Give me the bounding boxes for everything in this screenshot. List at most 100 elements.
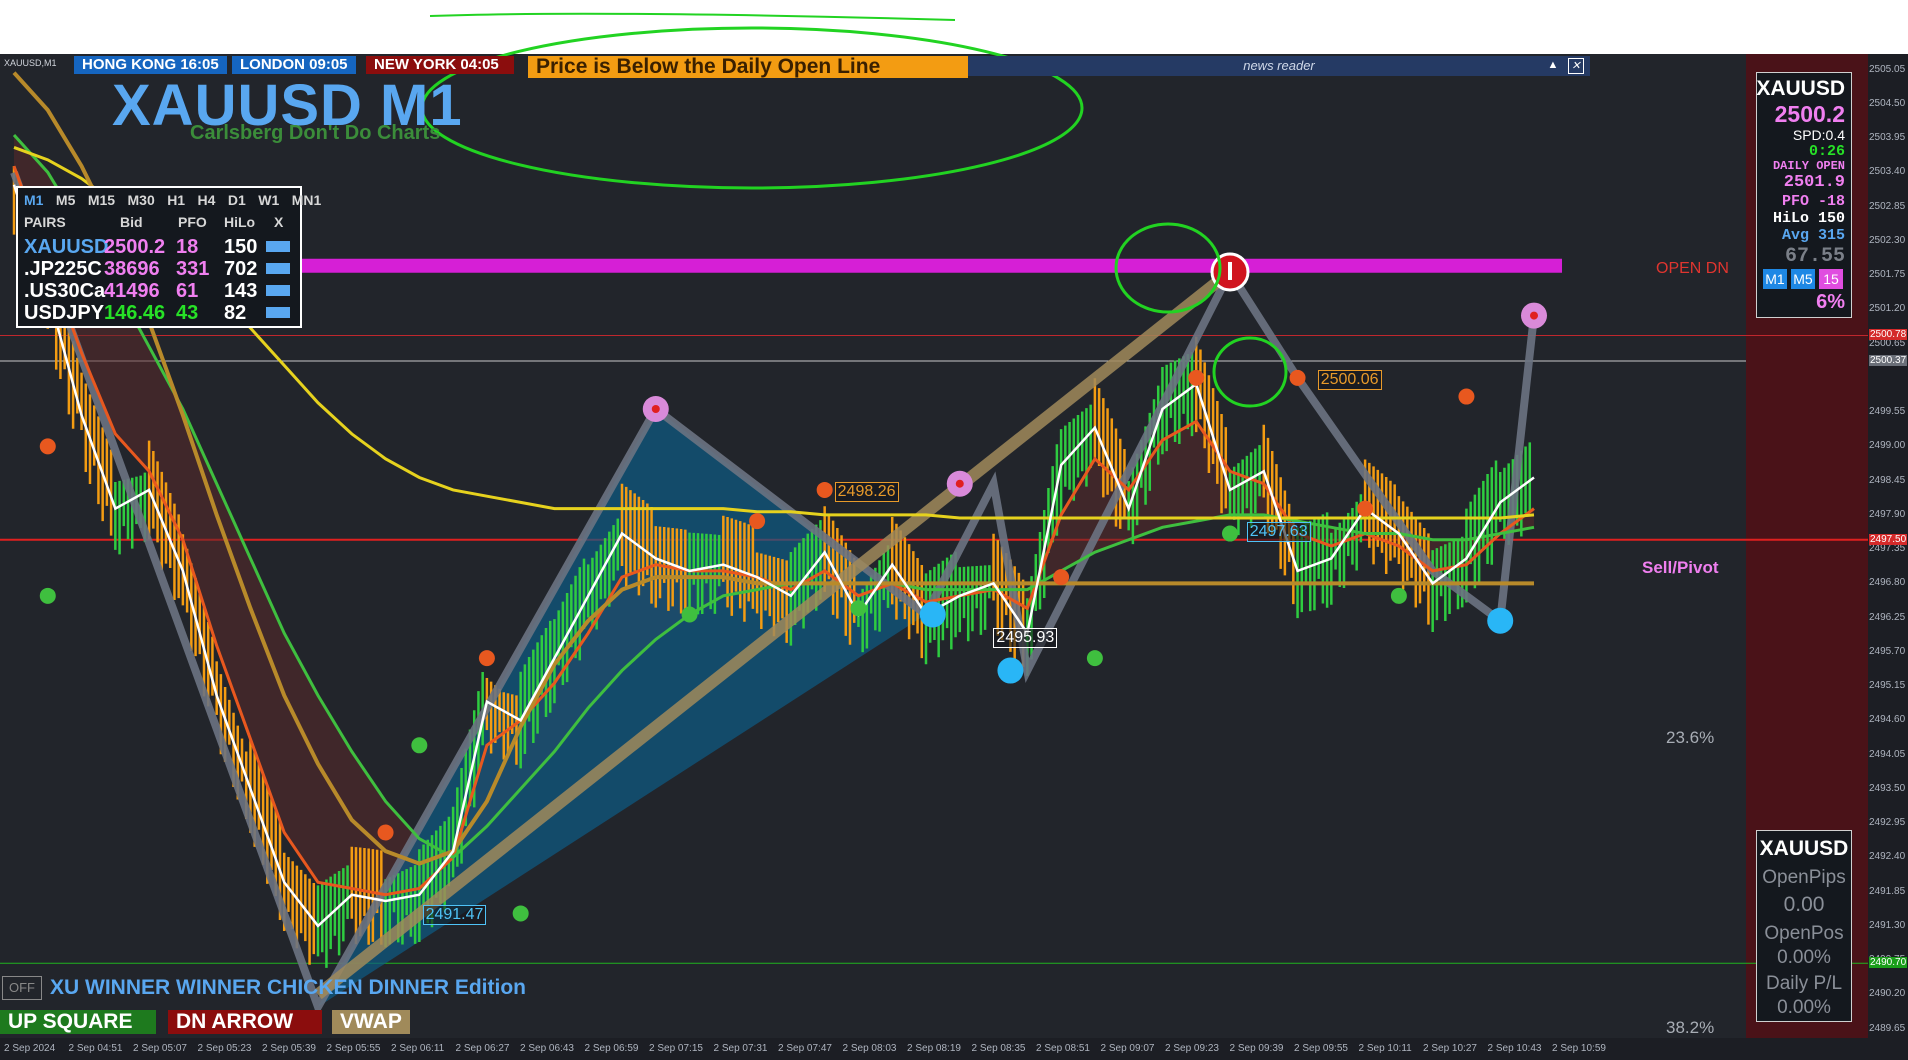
info-hilo: HiLo 150: [1772, 210, 1845, 227]
tf-h1[interactable]: H1: [167, 192, 185, 208]
info-symbol: XAUUSD: [1756, 77, 1845, 100]
signal-dot: [39, 587, 56, 604]
pairs-panel: M1 M5 M15 M30 H1 H4 D1 W1 MN1 PAIRS Bid …: [16, 186, 321, 328]
dn-arrow-button[interactable]: DN ARROW: [168, 1010, 322, 1034]
info-daily-open-label: DAILY OPEN: [1772, 159, 1845, 173]
time-tick: 2 Sep 10:11: [1358, 1043, 1412, 1054]
price-tag: 2500.37: [1869, 355, 1908, 367]
pair-close-bar[interactable]: [266, 263, 290, 274]
timeframe-row: M1 M5 M15 M30 H1 H4 D1 W1 MN1: [24, 192, 329, 214]
signal-dot: [1053, 569, 1070, 586]
pair-hilo: 143: [224, 280, 258, 302]
trough-marker: [919, 601, 946, 628]
price-tick: 2492.40: [1869, 851, 1906, 863]
price-tick: 2496.80: [1869, 577, 1906, 589]
price-tick: 2504.50: [1869, 97, 1906, 109]
signal-dot: [1222, 525, 1238, 542]
price-tick: 2489.65: [1869, 1022, 1906, 1034]
header-bid: Bid: [120, 214, 143, 230]
trough-marker: [1487, 607, 1514, 634]
time-tick: 2 Sep 09:55: [1294, 1043, 1348, 1054]
symbol-info-panel: XAUUSD 2500.2 SPD:0.4 0:26 DAILY OPEN 25…: [1756, 72, 1852, 318]
tf-m5[interactable]: M5: [56, 192, 75, 208]
pair-symbol: .JP225C: [24, 258, 102, 280]
open-dn-label: OPEN DN: [1656, 260, 1729, 277]
time-tick: 2 Sep 08:19: [907, 1043, 961, 1054]
triangle-up-icon[interactable]: ▲: [1546, 58, 1560, 72]
signal-dot: [512, 905, 529, 922]
pair-hilo: 82: [224, 302, 247, 324]
sell-pivot-label: Sell/Pivot: [1642, 558, 1719, 577]
info-tf-m15-button[interactable]: 15: [1819, 269, 1843, 289]
info-pfo: PFO -18: [1781, 193, 1845, 210]
account-panel: XAUUSD OpenPips 0.00 OpenPos 0.00% Daily…: [1756, 830, 1852, 1022]
tf-w1[interactable]: W1: [258, 192, 279, 208]
signal-dot: [478, 650, 495, 667]
daily-pl-value: 0.00%: [1777, 997, 1831, 1018]
time-tick: 2 Sep 05:07: [133, 1043, 187, 1054]
time-tick: 2 Sep 06:11: [391, 1043, 445, 1054]
up-square-button[interactable]: UP SQUARE: [0, 1010, 156, 1034]
price-tick: 2495.70: [1869, 645, 1906, 657]
price-tick: 2493.50: [1869, 782, 1906, 794]
info-avg: Avg 315: [1781, 227, 1845, 244]
tf-h4[interactable]: H4: [198, 192, 216, 208]
info-tf-m5-button[interactable]: M5: [1791, 269, 1815, 289]
price-tick: 2501.20: [1869, 303, 1906, 315]
pair-close-bar[interactable]: [266, 285, 290, 296]
daily-open-alert: Price is Below the Daily Open Line: [528, 56, 968, 78]
signal-dot: [1390, 587, 1407, 604]
signal-dot: [39, 438, 56, 455]
price-chart[interactable]: [0, 0, 1908, 1060]
pair-bid: 146.46: [104, 302, 166, 324]
price-tick: 2502.85: [1869, 200, 1906, 212]
price-tick: 2497.90: [1869, 508, 1906, 520]
signal-dot: [411, 737, 428, 754]
tf-mn1[interactable]: MN1: [292, 192, 322, 208]
time-tick: 2 Sep 05:23: [197, 1043, 252, 1054]
time-tick: 2 Sep 04:51: [68, 1043, 123, 1054]
time-tick: 2 Sep 10:43: [1487, 1043, 1542, 1054]
info-tf-m1-button[interactable]: M1: [1763, 269, 1787, 289]
time-tick: 2 Sep 06:59: [584, 1043, 639, 1054]
signal-dot: [377, 824, 394, 841]
account-symbol: XAUUSD: [1759, 837, 1849, 860]
news-reader-bar[interactable]: news reader ▲ ✕: [968, 56, 1590, 76]
news-reader-label: news reader: [1243, 58, 1315, 73]
price-tick: 2495.15: [1869, 680, 1906, 692]
price-annotation: 2491.47: [422, 905, 487, 926]
price-tick: 2494.05: [1869, 748, 1906, 760]
info-spread: SPD:0.4: [1792, 127, 1845, 143]
tf-m1[interactable]: M1: [24, 192, 43, 208]
price-tick: 2491.30: [1869, 919, 1906, 931]
price-tick: 2503.95: [1869, 132, 1906, 144]
tf-m15[interactable]: M15: [88, 192, 115, 208]
tf-m30[interactable]: M30: [128, 192, 155, 208]
price-tick: 2492.95: [1869, 817, 1906, 829]
price-tick: 2502.30: [1869, 234, 1906, 246]
price-tick: 2499.00: [1869, 440, 1906, 452]
signal-dot: [816, 481, 833, 498]
signal-dot: [850, 600, 867, 617]
off-toggle-button[interactable]: OFF: [2, 976, 42, 1000]
price-tick: 2491.85: [1869, 885, 1906, 897]
time-tick: 2 Sep 07:31: [713, 1043, 768, 1054]
pair-close-bar[interactable]: [266, 307, 290, 318]
pair-pfo: 331: [176, 258, 210, 280]
trough-marker: [997, 657, 1024, 684]
time-tick: 2 Sep 08:51: [1036, 1043, 1090, 1054]
price-annotation: 2497.63: [1246, 521, 1311, 542]
pair-pfo: 18: [176, 236, 199, 258]
time-tick: 2 Sep 10:27: [1423, 1043, 1477, 1054]
price-tick: 2496.25: [1869, 611, 1906, 623]
edition-title: XU WINNER WINNER CHICKEN DINNER Edition: [50, 976, 526, 999]
vwap-button[interactable]: VWAP: [332, 1010, 410, 1034]
time-tick: 2 Sep 07:47: [778, 1043, 832, 1054]
close-box-icon[interactable]: ✕: [1568, 58, 1584, 74]
pairs-header: PAIRS Bid PFO HiLo X: [24, 214, 294, 236]
time-tick: 2 Sep 05:55: [326, 1043, 381, 1054]
tf-d1[interactable]: D1: [228, 192, 246, 208]
pair-hilo: 150: [224, 236, 258, 258]
pair-bid: 38696: [104, 258, 160, 280]
pair-close-bar[interactable]: [266, 241, 290, 252]
